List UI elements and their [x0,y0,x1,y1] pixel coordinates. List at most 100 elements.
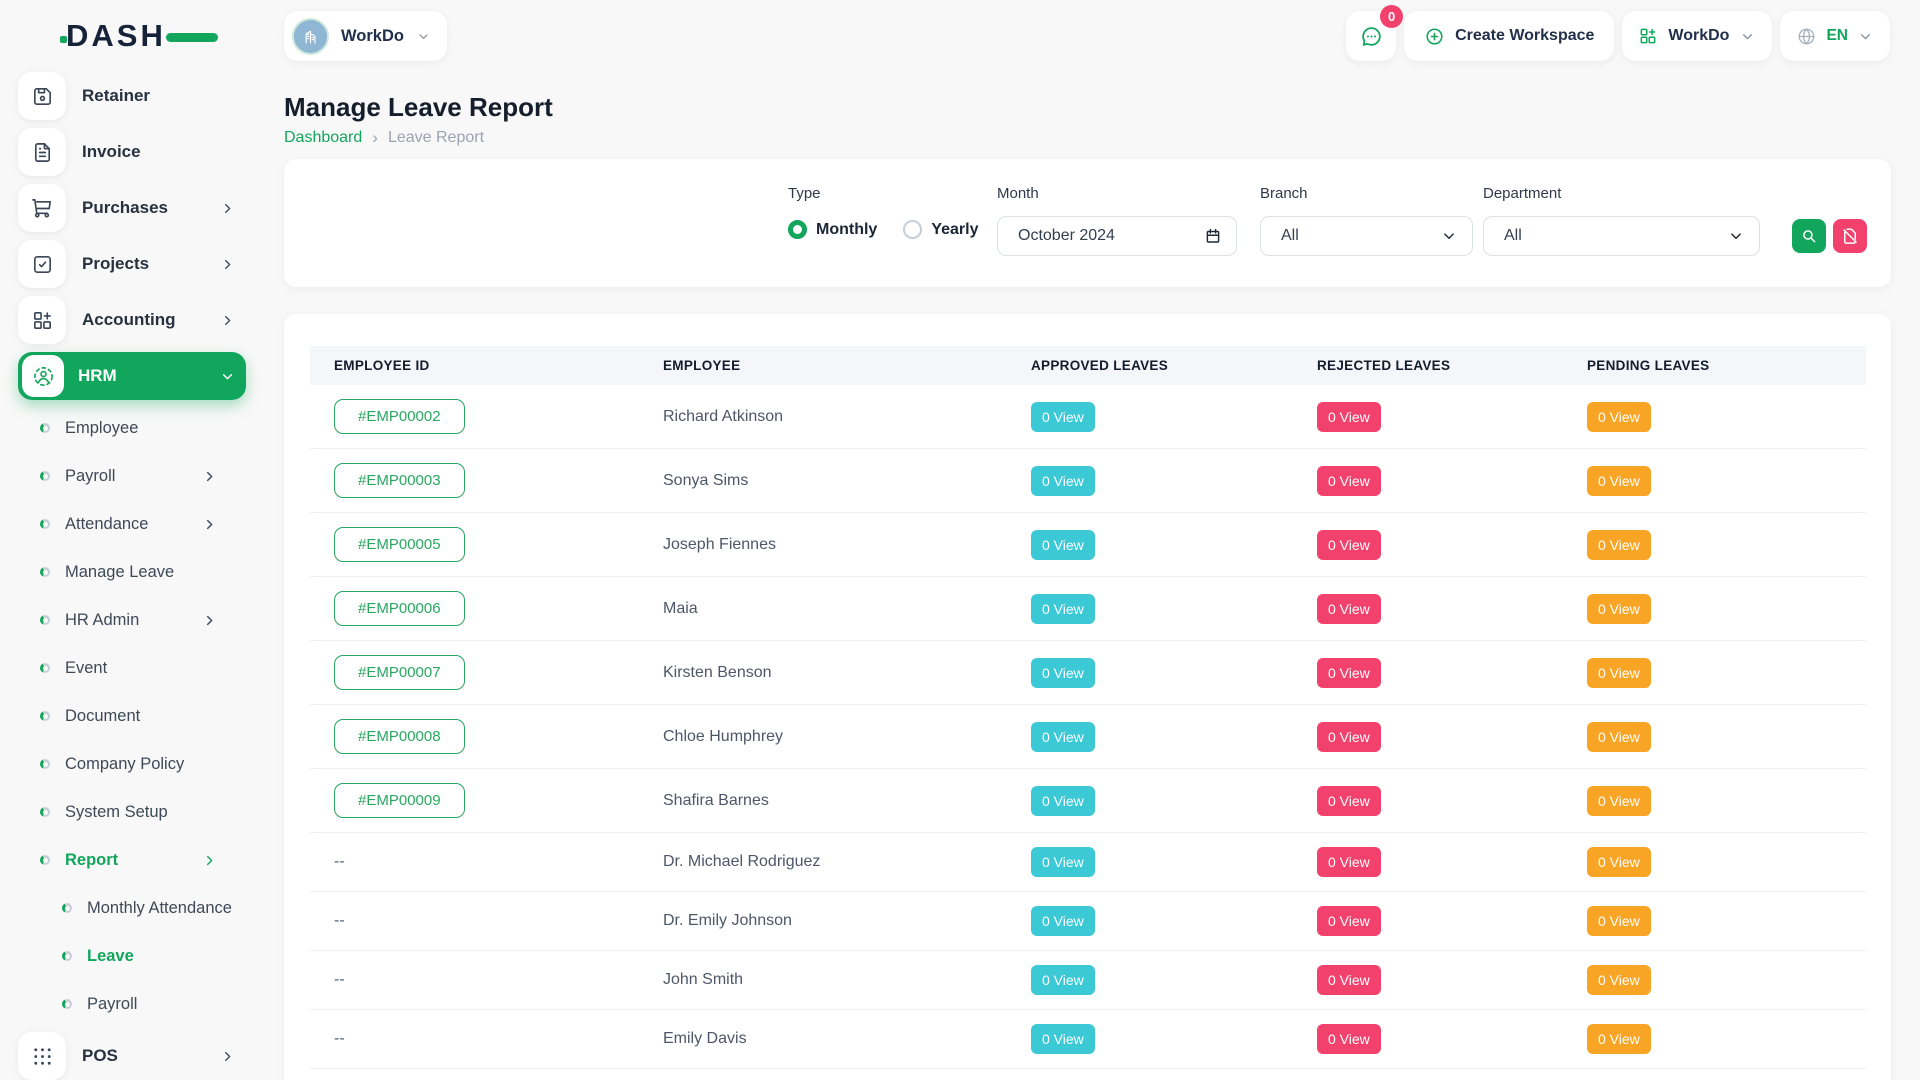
employee-id-badge[interactable]: #EMP00008 [334,719,465,754]
employee-id-empty: -- [334,853,345,870]
sidebar-item-hrm[interactable]: HRM [18,352,246,400]
sidebar-item-retainer[interactable]: Retainer [18,72,246,120]
sidebar-item-attendance[interactable]: Attendance [18,504,246,544]
plus-circle-icon [1424,26,1445,47]
employee-name: Dr. Michael Rodriguez [663,853,820,870]
pending-views-badge[interactable]: 0 View [1587,786,1651,816]
radio-label: Monthly [816,221,877,239]
sidebar-item-projects[interactable]: Projects [18,240,246,288]
approved-views-badge[interactable]: 0 View [1031,1024,1095,1054]
sidebar-item-system-setup[interactable]: System Setup [18,792,246,832]
sidebar-item-monthly-attendance[interactable]: Monthly Attendance [18,888,246,928]
chevron-down-icon [1440,227,1458,245]
approved-views-badge[interactable]: 0 View [1031,722,1095,752]
sidebar-item-payroll[interactable]: Payroll [18,984,246,1024]
language-dropdown[interactable]: EN [1780,11,1890,61]
rejected-views-badge[interactable]: 0 View [1317,1024,1381,1054]
employee-name: Sonya Sims [663,472,748,489]
sidebar-item-employee[interactable]: Employee [18,408,246,448]
employee-id-badge[interactable]: #EMP00002 [334,399,465,434]
table-row: #EMP00006Maia0 View0 View0 View [310,577,1866,641]
sidebar-item-payroll[interactable]: Payroll [18,456,246,496]
department-select[interactable]: All [1483,216,1760,256]
employee-id-badge[interactable]: #EMP00005 [334,527,465,562]
bullet-icon [62,951,72,961]
logo-accent-dot [60,36,67,43]
workspace-switcher[interactable]: WorkDo [284,11,447,61]
approved-views-badge[interactable]: 0 View [1031,402,1095,432]
sidebar-item-hr-admin[interactable]: HR Admin [18,600,246,640]
rejected-views-badge[interactable]: 0 View [1317,906,1381,936]
pending-views-badge[interactable]: 0 View [1587,402,1651,432]
dash-logo[interactable]: DASH [18,0,246,72]
messages-button[interactable]: 0 [1346,11,1396,61]
sidebar-item-report[interactable]: Report [18,840,246,880]
rejected-views-badge[interactable]: 0 View [1317,530,1381,560]
approved-views-badge[interactable]: 0 View [1031,466,1095,496]
dots-icon [18,1032,66,1080]
sidebar-item-manage-leave[interactable]: Manage Leave [18,552,246,592]
approved-views-badge[interactable]: 0 View [1031,594,1095,624]
chevron-right-icon [219,200,236,217]
pending-views-badge[interactable]: 0 View [1587,530,1651,560]
rejected-views-badge[interactable]: 0 View [1317,786,1381,816]
sidebar-item-label: POS [82,1046,118,1066]
column-approved-leaves: APPROVED LEAVES [1031,346,1317,385]
rejected-views-badge[interactable]: 0 View [1317,847,1381,877]
approved-views-badge[interactable]: 0 View [1031,847,1095,877]
pending-views-badge[interactable]: 0 View [1587,906,1651,936]
approved-views-badge[interactable]: 0 View [1031,530,1095,560]
filter-actions [1792,219,1867,253]
sidebar-item-company-policy[interactable]: Company Policy [18,744,246,784]
table-row: #EMP00009 Shafira Barnes 0 View 0 View 0 Vie… [310,769,1866,833]
rejected-views-badge[interactable]: 0 View [1317,402,1381,432]
pending-views-badge[interactable]: 0 View [1587,466,1651,496]
breadcrumb-dashboard-link[interactable]: Dashboard [284,129,362,147]
employee-id-badge[interactable]: #EMP00006 [334,591,465,626]
approved-views-badge[interactable]: 0 View [1031,658,1095,688]
pending-views-badge[interactable]: 0 View [1587,1024,1651,1054]
employee-id-badge[interactable]: #EMP00009 [334,783,465,818]
pending-views-badge[interactable]: 0 View [1587,965,1651,995]
branch-select[interactable]: All [1260,216,1473,256]
pending-views-badge[interactable]: 0 View [1587,658,1651,688]
employee-id-badge[interactable]: #EMP00007 [334,655,465,690]
sidebar-item-document[interactable]: Document [18,696,246,736]
check-icon [18,240,66,288]
sidebar: DASH Retainer Invoice Purchases Projects Acc… [0,0,264,1080]
approved-views-badge[interactable]: 0 View [1031,965,1095,995]
employee-name: Shafira Barnes [663,792,769,809]
table-row: -- Dr. Michael Rodriguez 0 View 0 View 0 Vie… [310,833,1866,892]
approved-views-badge[interactable]: 0 View [1031,906,1095,936]
reset-button[interactable] [1833,219,1867,253]
sidebar-item-label: Document [65,707,140,726]
pending-views-badge[interactable]: 0 View [1587,594,1651,624]
sidebar-item-invoice[interactable]: Invoice [18,128,246,176]
rejected-views-badge[interactable]: 0 View [1317,722,1381,752]
rejected-views-badge[interactable]: 0 View [1317,965,1381,995]
grid-plus-icon [1638,26,1658,46]
pending-views-badge[interactable]: 0 View [1587,847,1651,877]
sidebar-item-event[interactable]: Event [18,648,246,688]
employee-id-empty: -- [334,971,345,988]
sidebar-item-accounting[interactable]: Accounting [18,296,246,344]
rejected-views-badge[interactable]: 0 View [1317,658,1381,688]
table-row: --Dr. Emily Johnson0 View0 View0 View [310,892,1866,951]
approved-views-badge[interactable]: 0 View [1031,786,1095,816]
bullet-icon [40,855,50,865]
rejected-views-badge[interactable]: 0 View [1317,594,1381,624]
create-workspace-button[interactable]: Create Workspace [1404,11,1614,61]
sidebar-item-purchases[interactable]: Purchases [18,184,246,232]
month-input[interactable]: October 2024 [997,216,1237,256]
pending-views-badge[interactable]: 0 View [1587,722,1651,752]
workdo-apps-dropdown[interactable]: WorkDo [1622,11,1772,61]
type-option-monthly[interactable]: Monthly [788,220,877,239]
sidebar-item-label: Report [65,851,118,870]
type-option-yearly[interactable]: Yearly [903,220,978,239]
sidebar-item-leave[interactable]: Leave [18,936,246,976]
employee-id-badge[interactable]: #EMP00003 [334,463,465,498]
sidebar-item-pos[interactable]: POS [18,1032,246,1080]
rejected-views-badge[interactable]: 0 View [1317,466,1381,496]
sidebar-item-label: Event [65,659,107,678]
search-button[interactable] [1792,219,1826,253]
